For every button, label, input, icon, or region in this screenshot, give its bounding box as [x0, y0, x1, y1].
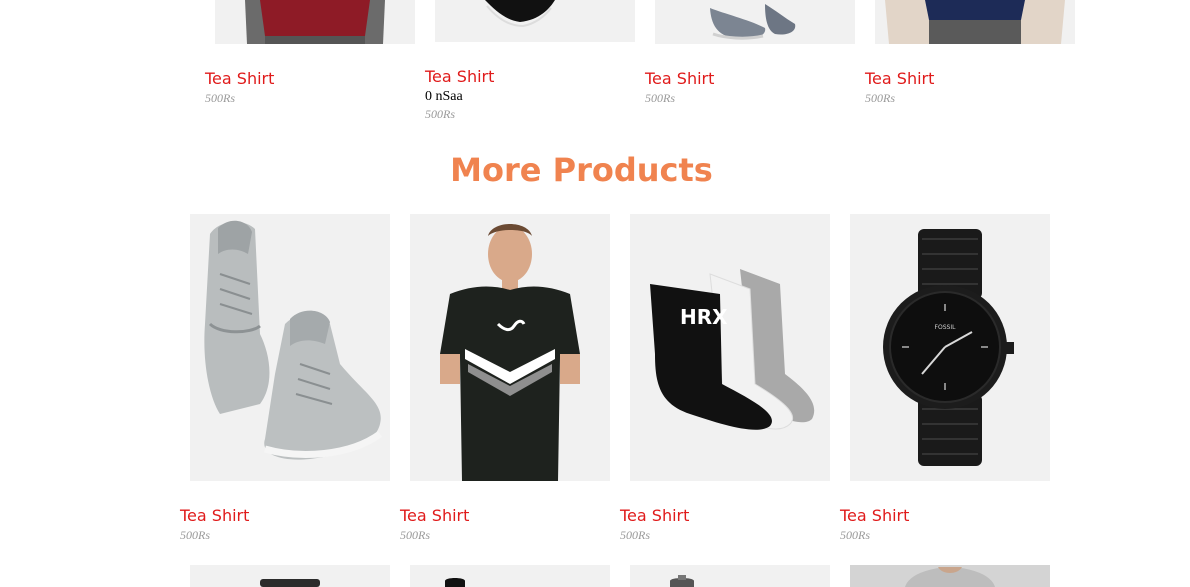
product-image-black-bottle[interactable] — [410, 565, 610, 587]
product-name[interactable]: Tea Shirt — [425, 67, 494, 86]
product-price: 500Rs — [425, 107, 455, 121]
product-image-grey-shirt[interactable] — [850, 565, 1050, 587]
product-image-black-puma-tshirt[interactable] — [410, 214, 610, 481]
product-price: 500Rs — [400, 528, 430, 542]
product-name[interactable]: Tea Shirt — [400, 506, 469, 525]
product-price: 500Rs — [620, 528, 650, 542]
product-price: 500Rs — [645, 91, 675, 105]
product-tag: 0 nSaa — [425, 89, 463, 104]
product-image-navy-tshirt[interactable] — [875, 0, 1075, 44]
product-image-grey-high-top-sneakers[interactable] — [190, 214, 390, 481]
product-image-hrx-socks[interactable]: HRX — [630, 214, 830, 481]
product-image-maroon-tshirt[interactable] — [215, 0, 415, 44]
product-image-grey-bottle[interactable] — [630, 565, 830, 587]
product-price: 500Rs — [840, 528, 870, 542]
product-name[interactable]: Tea Shirt — [205, 69, 274, 88]
product-name[interactable]: Tea Shirt — [620, 506, 689, 525]
product-price: 500Rs — [865, 91, 895, 105]
product-image-black-sneaker[interactable] — [435, 0, 635, 42]
product-image-grey-sneakers[interactable] — [655, 0, 855, 44]
product-name[interactable]: Tea Shirt — [645, 69, 714, 88]
product-image-fossil-black-watch[interactable]: FOSSIL — [850, 214, 1050, 481]
section-title-more-products: More Products — [450, 151, 713, 189]
product-price: 500Rs — [205, 91, 235, 105]
svg-text:HRX: HRX — [680, 305, 728, 329]
product-image-dark-item[interactable] — [190, 565, 390, 587]
product-name[interactable]: Tea Shirt — [865, 69, 934, 88]
product-name[interactable]: Tea Shirt — [840, 506, 909, 525]
svg-text:FOSSIL: FOSSIL — [935, 324, 957, 331]
product-name[interactable]: Tea Shirt — [180, 506, 249, 525]
product-price: 500Rs — [180, 528, 210, 542]
